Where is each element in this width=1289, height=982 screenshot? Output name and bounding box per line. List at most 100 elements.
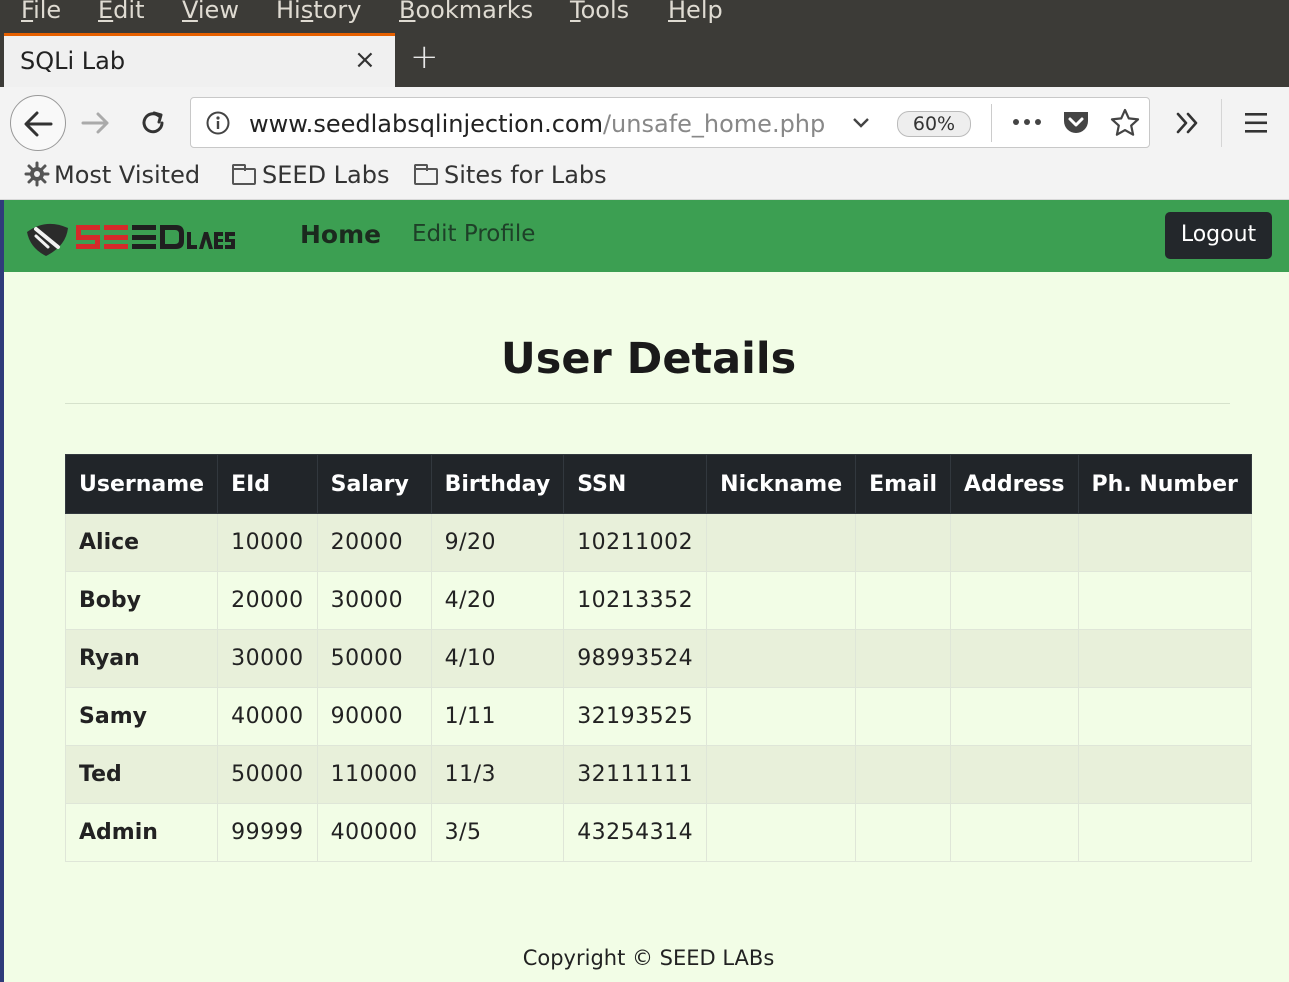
menu-help[interactable]: Help: [668, 0, 723, 24]
table-cell: 10213352: [563, 571, 708, 630]
back-button[interactable]: [10, 95, 66, 151]
table-cell: 30000: [217, 629, 318, 688]
reload-icon[interactable]: [137, 107, 169, 139]
footer-copyright: Copyright © SEED LABs: [522, 946, 775, 970]
table-cell: Samy: [64, 687, 219, 746]
table-cell: 20000: [316, 513, 432, 572]
overflow-chevrons-icon[interactable]: [1174, 110, 1202, 136]
table-cell: 20000: [217, 571, 318, 630]
table-row: Ted 50000 110000 11/3 32111111: [64, 745, 1252, 804]
column-header: SSN: [563, 454, 708, 514]
info-icon[interactable]: [205, 110, 231, 136]
table-cell: 90000: [316, 687, 432, 746]
table-cell: [950, 803, 1079, 862]
site-navbar: Home Edit Profile Logout: [4, 200, 1289, 272]
toolbar-divider: [1221, 99, 1222, 147]
table-row: Boby 20000 30000 4/20 10213352: [64, 571, 1252, 630]
table-cell: Ted: [64, 745, 219, 804]
page-actions-icon[interactable]: [1011, 116, 1043, 128]
table-cell: 50000: [316, 629, 432, 688]
table-cell: [855, 629, 952, 688]
table-cell: 110000: [316, 745, 432, 804]
menu-tools[interactable]: Tools: [570, 0, 629, 24]
folder-icon: [232, 164, 256, 185]
table-cell: [706, 513, 857, 572]
table-cell: 30000: [316, 571, 432, 630]
table-cell: [950, 513, 1079, 572]
table-cell: 99999: [217, 803, 318, 862]
table-cell: [950, 745, 1079, 804]
hamburger-menu-icon[interactable]: [1243, 111, 1271, 135]
table-cell: 98993524: [563, 629, 708, 688]
url-divider: [991, 104, 992, 142]
menu-bookmarks[interactable]: Bookmarks: [399, 0, 533, 24]
table-cell: Admin: [64, 803, 219, 862]
table-cell: [1077, 629, 1252, 688]
nav-edit-profile-link[interactable]: Edit Profile: [412, 221, 535, 247]
tab-bar: SQLi Lab × +: [0, 33, 1289, 87]
table-cell: [950, 687, 1079, 746]
table-cell: [1077, 687, 1252, 746]
menu-history[interactable]: History: [276, 0, 361, 24]
back-arrow-icon: [24, 111, 53, 137]
menu-file[interactable]: File: [21, 0, 61, 24]
logout-button[interactable]: Logout: [1165, 212, 1272, 259]
forward-arrow-icon[interactable]: [80, 109, 112, 137]
table-cell: 50000: [217, 745, 318, 804]
menu-bar: File Edit View History Bookmarks Tools H…: [0, 0, 1289, 33]
chevron-down-icon[interactable]: [851, 116, 871, 130]
column-header: Email: [855, 454, 952, 514]
seed-labs-logo[interactable]: [24, 214, 236, 258]
table-cell: [950, 629, 1079, 688]
table-cell: 1/11: [430, 687, 565, 746]
bookmark-star-icon[interactable]: [1109, 107, 1141, 139]
folder-icon: [414, 164, 438, 185]
user-details-table: Username EId Salary Birthday SSN Nicknam…: [64, 454, 1252, 862]
table-cell: [706, 687, 857, 746]
bookmark-most-visited[interactable]: Most Visited: [24, 161, 200, 189]
close-tab-icon[interactable]: ×: [354, 45, 376, 75]
zoom-level-badge[interactable]: 60%: [897, 111, 971, 137]
url-bar[interactable]: www.seedlabsqlinjection.com/unsafe_home.…: [190, 97, 1150, 148]
table-cell: 32111111: [563, 745, 708, 804]
table-cell: [706, 629, 857, 688]
table-cell: [950, 571, 1079, 630]
column-header: Username: [64, 454, 219, 514]
table-cell: 40000: [217, 687, 318, 746]
table-cell: Alice: [64, 513, 219, 572]
table-cell: 3/5: [430, 803, 565, 862]
new-tab-icon[interactable]: +: [410, 37, 439, 77]
menu-view[interactable]: View: [182, 0, 239, 24]
table-cell: 10000: [217, 513, 318, 572]
nav-home-link[interactable]: Home: [300, 220, 381, 249]
nav-toolbar: www.seedlabsqlinjection.com/unsafe_home.…: [0, 87, 1289, 159]
table-cell: 43254314: [563, 803, 708, 862]
bookmarks-toolbar: Most Visited SEED Labs Sites for Labs: [0, 159, 1289, 200]
table-cell: [855, 513, 952, 572]
table-cell: [855, 803, 952, 862]
menu-edit[interactable]: Edit: [98, 0, 144, 24]
table-cell: 4/20: [430, 571, 565, 630]
table-cell: [1077, 513, 1252, 572]
column-header: Salary: [316, 454, 432, 514]
table-cell: 10211002: [563, 513, 708, 572]
bookmark-sites-for-labs[interactable]: Sites for Labs: [414, 161, 607, 189]
table-row: Admin 99999 400000 3/5 43254314: [64, 803, 1252, 862]
table-cell: [706, 803, 857, 862]
tab-sqli-lab[interactable]: SQLi Lab ×: [4, 33, 395, 87]
bookmark-seed-labs[interactable]: SEED Labs: [232, 161, 390, 189]
pocket-icon[interactable]: [1061, 109, 1091, 137]
table-header-row: Username EId Salary Birthday SSN Nicknam…: [64, 454, 1252, 514]
table-cell: [706, 571, 857, 630]
table-cell: [855, 745, 952, 804]
table-cell: 11/3: [430, 745, 565, 804]
tab-title: SQLi Lab: [20, 47, 126, 75]
table-cell: [1077, 803, 1252, 862]
gear-icon: [24, 161, 50, 187]
table-cell: [1077, 571, 1252, 630]
url-text[interactable]: www.seedlabsqlinjection.com/unsafe_home.…: [249, 110, 835, 138]
table-cell: 32193525: [563, 687, 708, 746]
table-row: Ryan 30000 50000 4/10 98993524: [64, 629, 1252, 688]
table-cell: [1077, 745, 1252, 804]
title-divider: [65, 403, 1230, 404]
